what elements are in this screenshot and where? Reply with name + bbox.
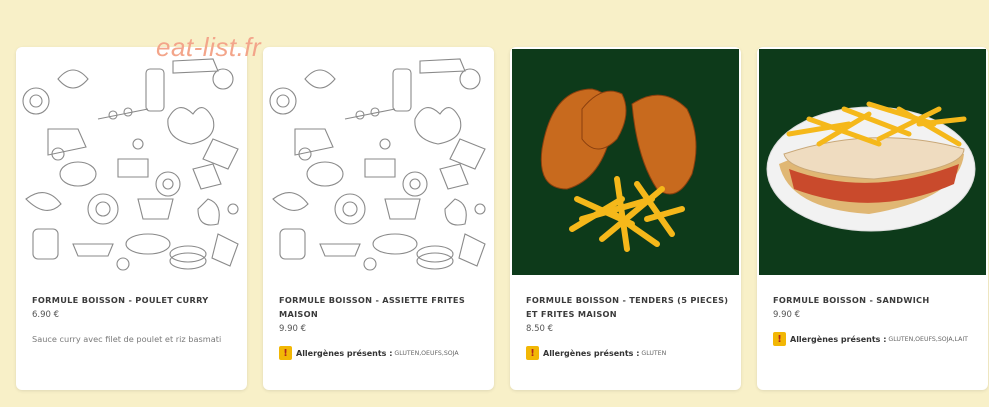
- product-description: Sauce curry avec filet de poulet et riz …: [32, 334, 222, 344]
- food-doodle-illustration: [22, 58, 239, 271]
- allergen-list: GLUTEN,OEUFS,SOJA,LAIT: [888, 335, 968, 343]
- warning-icon: !: [526, 346, 539, 360]
- product-price: 8.50 €: [526, 324, 554, 334]
- product-card-poulet-curry[interactable]: FORMULE BOISSON - POULET CURRY 6.90 € Sa…: [16, 47, 247, 390]
- product-title: FORMULE BOISSON - TENDERS (5 PIECES) ET …: [526, 295, 729, 319]
- allergen-info: ! Allergènes présents : GLUTEN: [526, 346, 729, 360]
- allergen-list: GLUTEN: [641, 349, 667, 357]
- product-card-assiette-frites[interactable]: FORMULE BOISSON - ASSIETTE FRITES MAISON…: [263, 47, 494, 390]
- product-image: [18, 49, 245, 275]
- allergen-info: ! Allergènes présents : GLUTEN,OEUFS,SOJ…: [773, 332, 976, 346]
- product-title: FORMULE BOISSON - ASSIETTE FRITES MAISON: [279, 295, 466, 319]
- tenders-fries-photo: [540, 88, 697, 252]
- allergen-list: GLUTEN,OEUFS,SOJA: [394, 349, 459, 357]
- product-title: FORMULE BOISSON - POULET CURRY: [32, 295, 209, 305]
- sandwich-photo: [766, 101, 976, 232]
- watermark-text: eat-list.fr: [156, 32, 262, 62]
- product-price: 9.90 €: [773, 310, 801, 320]
- allergen-label: Allergènes présents :: [543, 348, 640, 358]
- product-card-tenders[interactable]: FORMULE BOISSON - TENDERS (5 PIECES) ET …: [510, 47, 741, 390]
- allergen-label: Allergènes présents :: [790, 334, 887, 344]
- food-doodle-illustration: [269, 58, 486, 271]
- product-title: FORMULE BOISSON - SANDWICH: [773, 295, 930, 305]
- warning-icon: !: [773, 332, 786, 346]
- product-image: [759, 49, 986, 275]
- product-image: [512, 49, 739, 275]
- product-card-sandwich[interactable]: FORMULE BOISSON - SANDWICH 9.90 € ! Alle…: [757, 47, 988, 390]
- product-image: [265, 49, 492, 275]
- allergen-label: Allergènes présents :: [296, 348, 393, 358]
- allergen-info: ! Allergènes présents : GLUTEN,OEUFS,SOJ…: [279, 346, 482, 360]
- product-price: 6.90 €: [32, 310, 60, 320]
- product-price: 9.90 €: [279, 324, 307, 334]
- warning-icon: !: [279, 346, 292, 360]
